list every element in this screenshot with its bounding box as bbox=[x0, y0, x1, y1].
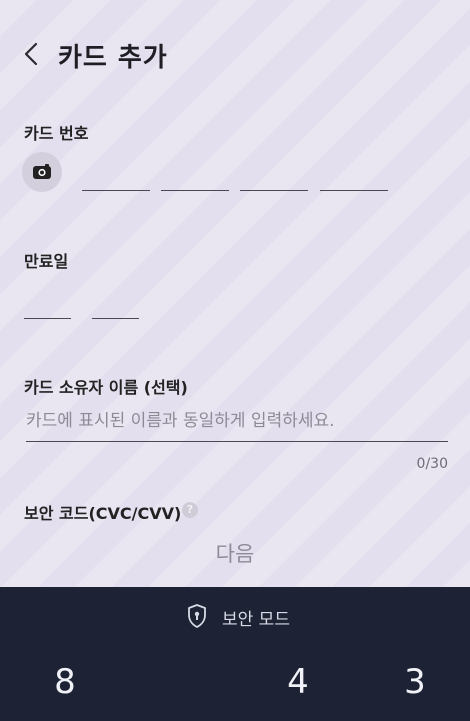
page-title: 카드 추가 bbox=[58, 43, 168, 73]
camera-icon bbox=[33, 164, 51, 179]
card-number-field-4[interactable] bbox=[320, 190, 388, 191]
owner-name-counter: 0/30 bbox=[416, 456, 448, 472]
card-number-field-2[interactable] bbox=[161, 190, 229, 191]
card-number-field-3[interactable] bbox=[240, 190, 308, 191]
chevron-left-icon bbox=[24, 42, 38, 66]
owner-name-label: 카드 소유자 이름 (선택) bbox=[24, 378, 188, 397]
expiry-label: 만료일 bbox=[24, 252, 69, 271]
expiry-month-field[interactable] bbox=[24, 318, 71, 319]
keypad-key[interactable]: 3 bbox=[385, 657, 445, 707]
secure-mode-label: 보안 모드 bbox=[222, 610, 290, 630]
app-header: 카드 추가 bbox=[0, 28, 470, 80]
scan-card-button[interactable] bbox=[22, 152, 62, 192]
secure-mode-indicator: 보안 모드 bbox=[0, 603, 470, 630]
next-button[interactable]: 다음 bbox=[185, 536, 285, 572]
security-code-label: 보안 코드(CVC/CVV) bbox=[24, 504, 182, 523]
back-button[interactable] bbox=[16, 34, 50, 74]
question-icon[interactable]: ? bbox=[182, 502, 198, 518]
expiry-year-field[interactable] bbox=[92, 318, 139, 319]
card-number-label: 카드 번호 bbox=[24, 124, 89, 143]
owner-name-input[interactable]: 카드에 표시된 이름과 동일하게 입력하세요. bbox=[26, 406, 335, 431]
keypad-key[interactable]: 8 bbox=[35, 657, 95, 707]
card-number-field-1[interactable] bbox=[82, 190, 150, 191]
owner-name-underline bbox=[26, 441, 448, 442]
secure-keypad: 보안 모드 8 4 3 bbox=[0, 587, 470, 721]
shield-lock-icon bbox=[188, 604, 206, 628]
keypad-key[interactable]: 4 bbox=[268, 657, 328, 707]
